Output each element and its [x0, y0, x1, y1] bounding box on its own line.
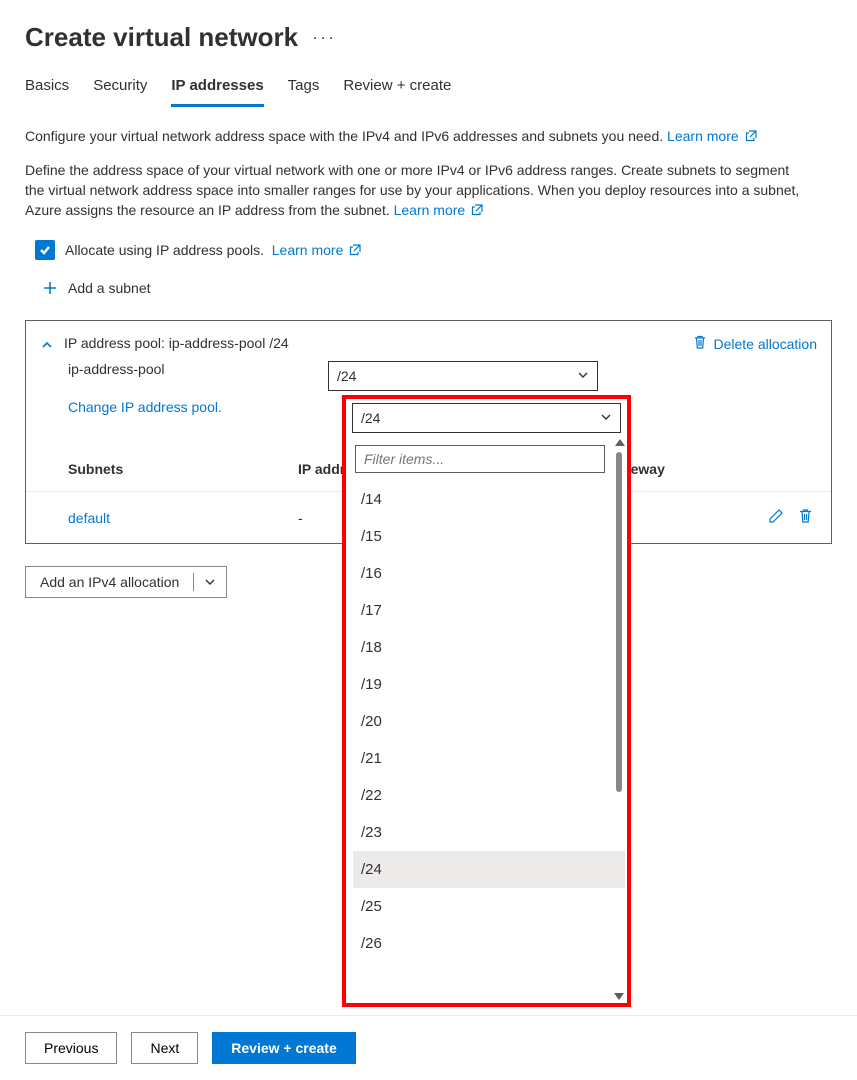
tab-review-create[interactable]: Review + create: [343, 77, 451, 107]
dropdown-option[interactable]: /15: [353, 518, 625, 555]
trash-icon[interactable]: [798, 508, 813, 527]
dropdown-option[interactable]: /18: [353, 629, 625, 666]
dropdown-option[interactable]: /25: [353, 888, 625, 925]
dropdown-option[interactable]: /19: [353, 666, 625, 703]
plus-icon: [42, 280, 58, 296]
allocate-label: Allocate using IP address pools.: [65, 242, 264, 258]
allocate-checkbox[interactable]: [35, 240, 55, 260]
prefix-dropdown: /24 /14/15/16/17/18/19/20/21/22/23/24/25…: [342, 395, 631, 1007]
prefix-selected-value: /24: [361, 410, 380, 426]
external-link-icon: [745, 130, 757, 142]
dropdown-option[interactable]: /17: [353, 592, 625, 629]
add-ipv4-allocation-button[interactable]: Add an IPv4 allocation: [25, 566, 227, 598]
chevron-down-icon: [600, 410, 612, 426]
dropdown-option[interactable]: /22: [353, 777, 625, 814]
dropdown-option[interactable]: /24: [353, 851, 625, 888]
intro-text: Configure your virtual network address s…: [25, 128, 663, 144]
dropdown-option[interactable]: /14: [353, 481, 625, 518]
dropdown-option[interactable]: /21: [353, 740, 625, 777]
chevron-down-icon[interactable]: [194, 576, 226, 588]
scrollbar-thumb[interactable]: [616, 452, 622, 792]
prefix-select-open[interactable]: /24: [352, 403, 621, 433]
tab-basics[interactable]: Basics: [25, 77, 69, 107]
wizard-footer: Previous Next Review + create: [0, 1015, 857, 1080]
dropdown-option[interactable]: /20: [353, 703, 625, 740]
change-pool-link[interactable]: Change IP address pool.: [68, 399, 222, 415]
tab-tags[interactable]: Tags: [288, 77, 320, 107]
delete-allocation-label: Delete allocation: [713, 336, 817, 352]
add-subnet-button[interactable]: Add a subnet: [0, 272, 857, 320]
external-link-icon: [471, 204, 483, 216]
edit-icon[interactable]: [768, 508, 784, 527]
add-ipv4-label: Add an IPv4 allocation: [26, 574, 193, 590]
review-create-button[interactable]: Review + create: [212, 1032, 355, 1064]
learn-more-link-1[interactable]: Learn more: [667, 128, 756, 144]
scroll-down-icon[interactable]: [614, 993, 624, 1000]
dropdown-list: /14/15/16/17/18/19/20/21/22/23/24/25/26: [353, 481, 625, 999]
scroll-up-icon[interactable]: [615, 439, 625, 446]
prefix-selected-value: /24: [337, 368, 356, 384]
collapse-icon[interactable]: [40, 335, 54, 352]
add-subnet-label: Add a subnet: [68, 280, 151, 296]
learn-more-label: Learn more: [394, 202, 466, 218]
delete-allocation-button[interactable]: Delete allocation: [693, 335, 817, 353]
subnet-name-link[interactable]: default: [68, 510, 110, 526]
trash-icon: [693, 335, 707, 353]
learn-more-link-3[interactable]: Learn more: [272, 242, 361, 258]
learn-more-label: Learn more: [272, 242, 344, 258]
dropdown-option[interactable]: /26: [353, 925, 625, 962]
intro-paragraph: Configure your virtual network address s…: [25, 126, 805, 146]
dropdown-option[interactable]: /16: [353, 555, 625, 592]
learn-more-link-2[interactable]: Learn more: [394, 202, 483, 218]
page-title: Create virtual network: [25, 22, 298, 53]
col-header-subnets: Subnets: [68, 461, 298, 477]
pool-name-value: ip-address-pool: [68, 361, 328, 391]
tab-strip: Basics Security IP addresses Tags Review + c…: [0, 77, 857, 108]
filter-input[interactable]: [355, 445, 605, 473]
tab-security[interactable]: Security: [93, 77, 147, 107]
more-actions-icon[interactable]: ···: [312, 27, 336, 48]
description-paragraph: Define the address space of your virtual…: [25, 160, 805, 220]
pool-title: IP address pool: ip-address-pool /24: [64, 335, 693, 351]
tab-ip-addresses[interactable]: IP addresses: [171, 77, 263, 107]
previous-button[interactable]: Previous: [25, 1032, 117, 1064]
dropdown-option[interactable]: /23: [353, 814, 625, 851]
external-link-icon: [349, 244, 361, 256]
next-button[interactable]: Next: [131, 1032, 198, 1064]
prefix-select[interactable]: /24: [328, 361, 598, 391]
chevron-down-icon: [577, 368, 589, 384]
learn-more-label: Learn more: [667, 128, 739, 144]
